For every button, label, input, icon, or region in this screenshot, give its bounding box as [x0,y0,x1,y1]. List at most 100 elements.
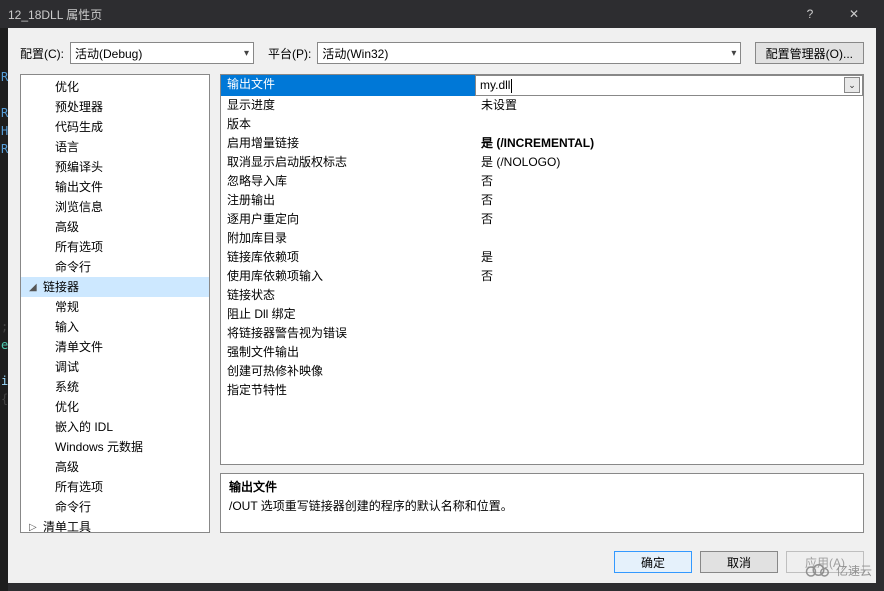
grid-cell-value [475,305,863,324]
tree-item[interactable]: 命令行 [21,257,209,277]
platform-label: 平台(P): [268,45,311,62]
grid-cell-name: 链接库依赖项 [221,248,475,267]
config-combo[interactable]: 活动(Debug) ▾ [70,42,254,64]
grid-cell-value: 是 (/NOLOGO) [475,153,863,172]
grid-row[interactable]: 链接状态 [221,286,863,305]
description-panel: 输出文件 /OUT 选项重写链接器创建的程序的默认名称和位置。 [220,473,864,533]
tree-item-label: 常规 [55,300,79,314]
tree-item[interactable]: 优化 [21,77,209,97]
tree-item[interactable]: 所有选项 [21,477,209,497]
tree-item[interactable]: 命令行 [21,497,209,517]
grid-cell-name: 取消显示启动版权标志 [221,153,475,172]
tree-item[interactable]: 预处理器 [21,97,209,117]
tree-expander-icon[interactable]: ▷ [29,519,39,533]
tree-item-label: 输出文件 [55,180,103,194]
tree-item[interactable]: 高级 [21,457,209,477]
grid-cell-value [475,324,863,343]
grid-row[interactable]: 版本 [221,115,863,134]
grid-row[interactable]: 阻止 Dll 绑定 [221,305,863,324]
tree-item[interactable]: 优化 [21,397,209,417]
tree-item[interactable]: 语言 [21,137,209,157]
grid-row[interactable]: 链接库依赖项是 [221,248,863,267]
grid-cell-name: 显示进度 [221,96,475,115]
grid-cell-value [475,286,863,305]
grid-row[interactable]: 将链接器警告视为错误 [221,324,863,343]
cancel-button[interactable]: 取消 [700,551,778,573]
tree-item[interactable]: Windows 元数据 [21,437,209,457]
grid-row[interactable]: 逐用户重定向否 [221,210,863,229]
ok-button[interactable]: 确定 [614,551,692,573]
description-text: /OUT 选项重写链接器创建的程序的默认名称和位置。 [229,497,855,514]
grid-cell-value [475,343,863,362]
property-tree[interactable]: 优化预处理器代码生成语言预编译头输出文件浏览信息高级所有选项命令行◢链接器常规输… [20,74,210,533]
window-title: 12_18DLL 属性页 [8,6,788,23]
chevron-down-icon: ▾ [244,48,249,59]
tree-item-label: Windows 元数据 [55,440,143,454]
platform-combo-value: 活动(Win32) [322,45,388,62]
help-button[interactable]: ? [788,0,832,28]
platform-combo[interactable]: 活动(Win32) ▾ [317,42,741,64]
tree-item-label: 清单工具 [43,520,91,533]
tree-item[interactable]: 高级 [21,217,209,237]
grid-cell-name: 附加库目录 [221,229,475,248]
description-title: 输出文件 [229,478,855,495]
grid-cell-name: 指定节特性 [221,381,475,400]
close-button[interactable]: ✕ [832,0,876,28]
property-grid[interactable]: 输出文件my.dll⌄显示进度未设置版本启用增量链接是 (/INCREMENTA… [220,74,864,465]
tree-item-label: 命令行 [55,500,91,514]
grid-row[interactable]: 创建可热修补映像 [221,362,863,381]
tree-item[interactable]: 预编译头 [21,157,209,177]
grid-row[interactable]: 指定节特性 [221,381,863,400]
config-manager-button[interactable]: 配置管理器(O)... [755,42,864,64]
grid-row[interactable]: 注册输出否 [221,191,863,210]
tree-item[interactable]: 代码生成 [21,117,209,137]
tree-item[interactable]: 清单文件 [21,337,209,357]
grid-row[interactable]: 显示进度未设置 [221,96,863,115]
grid-row[interactable]: 忽略导入库否 [221,172,863,191]
watermark-text: 亿速云 [836,562,872,579]
grid-row[interactable]: 强制文件输出 [221,343,863,362]
grid-cell-value [475,381,863,400]
tree-item[interactable]: 系统 [21,377,209,397]
tree-item-label: 输入 [55,320,79,334]
tree-item-label: 嵌入的 IDL [55,420,113,434]
grid-cell-value: 未设置 [475,96,863,115]
chevron-down-icon[interactable]: ⌄ [844,77,860,93]
tree-item[interactable]: 调试 [21,357,209,377]
tree-item[interactable]: ▷ 清单工具 [21,517,209,533]
grid-cell-name: 阻止 Dll 绑定 [221,305,475,324]
grid-row[interactable]: 取消显示启动版权标志是 (/NOLOGO) [221,153,863,172]
tree-item-label: 高级 [55,220,79,234]
tree-item[interactable]: 常规 [21,297,209,317]
tree-item[interactable]: 嵌入的 IDL [21,417,209,437]
tree-item[interactable]: 所有选项 [21,237,209,257]
grid-row[interactable]: 启用增量链接是 (/INCREMENTAL) [221,134,863,153]
grid-cell-value[interactable]: my.dll⌄ [475,75,863,96]
tree-item-label: 所有选项 [55,240,103,254]
grid-cell-value [475,229,863,248]
grid-row[interactable]: 附加库目录 [221,229,863,248]
tree-item-label: 所有选项 [55,480,103,494]
tree-item-label: 优化 [55,80,79,94]
tree-item-label: 语言 [55,140,79,154]
tree-item[interactable]: 输入 [21,317,209,337]
grid-cell-name: 注册输出 [221,191,475,210]
tree-item[interactable]: 浏览信息 [21,197,209,217]
tree-item-label: 预处理器 [55,100,103,114]
tree-item[interactable]: ◢ 链接器 [21,277,209,297]
tree-item-label: 系统 [55,380,79,394]
grid-cell-name: 强制文件输出 [221,343,475,362]
grid-cell-name: 将链接器警告视为错误 [221,324,475,343]
grid-cell-value [475,115,863,134]
tree-item-label: 链接器 [43,280,79,294]
tree-item[interactable]: 输出文件 [21,177,209,197]
grid-row[interactable]: 输出文件my.dll⌄ [221,75,863,96]
grid-row[interactable]: 使用库依赖项输入否 [221,267,863,286]
grid-cell-value: 否 [475,191,863,210]
editor-gutter: R R H R ; e i { [0,28,8,591]
tree-expander-icon[interactable]: ◢ [29,279,39,297]
tree-item-label: 命令行 [55,260,91,274]
grid-cell-name: 启用增量链接 [221,134,475,153]
grid-cell-name: 链接状态 [221,286,475,305]
config-label: 配置(C): [20,45,64,62]
